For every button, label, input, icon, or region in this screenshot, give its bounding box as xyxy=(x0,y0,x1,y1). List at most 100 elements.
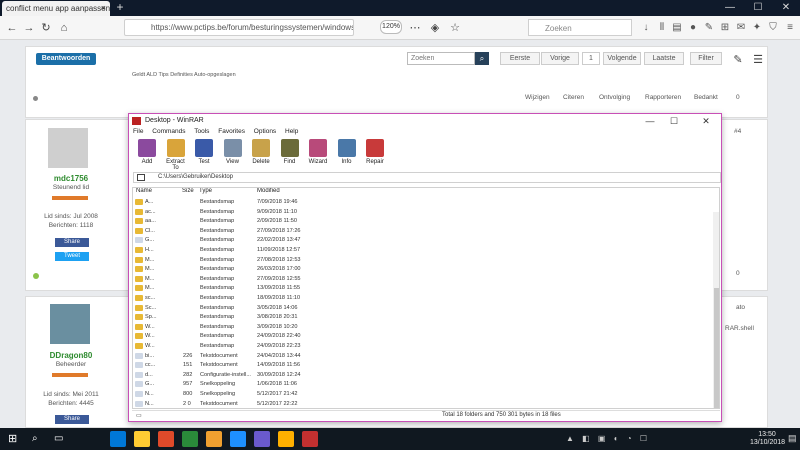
system-tray[interactable]: ▲ ◧ ▣ ◐ ◔ ☐ xyxy=(566,434,650,443)
clock[interactable]: 13:50 13/10/2018 xyxy=(750,431,785,447)
file-row[interactable]: N... 800 Snelkoppeling 5/12/2017 21:42 xyxy=(133,390,713,400)
file-row[interactable]: Sp... Bestandsmap 3/08/2018 20:31 xyxy=(133,313,713,323)
col-name[interactable]: Name xyxy=(136,188,152,198)
notifications-icon[interactable]: ▤ xyxy=(788,433,797,444)
menu-file[interactable]: File xyxy=(133,128,143,135)
forum-search-button[interactable]: ⌕ xyxy=(475,52,489,65)
reader-icon[interactable]: ✉ xyxy=(734,21,748,35)
winrar-minimize[interactable]: — xyxy=(639,115,661,127)
taskbar-app-icon[interactable] xyxy=(110,431,126,447)
file-row[interactable]: N... 2 0 Tekstdocument 5/12/2017 22:22 xyxy=(133,400,713,408)
thanks-link[interactable]: Bedankt xyxy=(694,94,718,101)
file-row[interactable]: cc... 151 Tekstdocument 14/09/2018 11:56 xyxy=(133,361,713,371)
post-menu-icon[interactable]: ☰ xyxy=(750,52,766,68)
col-modified[interactable]: Modified xyxy=(257,188,280,198)
menu-favorites[interactable]: Favorites xyxy=(218,128,245,135)
file-row[interactable]: W... Bestandsmap 24/09/2018 22:23 xyxy=(133,342,713,352)
winrar-title[interactable]: Desktop - WinRAR xyxy=(129,114,721,128)
toolbar-test-button[interactable]: Test xyxy=(191,139,217,169)
col-type[interactable]: Type xyxy=(199,188,212,198)
taskbar-app-icon[interactable] xyxy=(230,431,246,447)
zoom-indicator[interactable]: 120% xyxy=(380,20,402,34)
edit-icon[interactable]: ✎ xyxy=(730,52,746,68)
file-row[interactable]: G... 957 Snelkoppeling 1/06/2018 11:06 xyxy=(133,380,713,390)
search-icon[interactable]: ⌕ xyxy=(32,433,38,444)
unfollow-link[interactable]: Ontvolging xyxy=(599,94,630,101)
file-row[interactable]: Cl... Bestandsmap 27/09/2018 17:26 xyxy=(133,227,713,237)
previous-page-button[interactable]: Vorige xyxy=(541,52,579,65)
library-icon[interactable]: ⫴ xyxy=(655,21,669,35)
url-field[interactable]: https://www.pctips.be/forum/besturingssy… xyxy=(124,19,354,36)
toolbar-find-button[interactable]: Find xyxy=(277,139,303,169)
file-row[interactable]: aa... Bestandsmap 2/09/2018 11:50 xyxy=(133,217,713,227)
toolbar-repair-button[interactable]: Repair xyxy=(362,139,388,169)
task-view-icon[interactable]: ▭ xyxy=(54,433,63,444)
winrar-window[interactable]: Desktop - WinRAR — ☐ ✕ File Commands Too… xyxy=(128,113,722,422)
taskbar-app-icon[interactable] xyxy=(206,431,222,447)
download-icon[interactable]: ↓ xyxy=(639,21,653,35)
file-row[interactable]: M... Bestandsmap 26/03/2018 17:00 xyxy=(133,265,713,275)
avatar-ddragon[interactable] xyxy=(50,304,90,344)
forum-search-input[interactable]: Zoeken xyxy=(407,52,475,65)
taskbar-app-icon[interactable] xyxy=(134,431,150,447)
last-page-button[interactable]: Laatste xyxy=(644,52,684,65)
quote-link[interactable]: Citeren xyxy=(563,94,584,101)
winrar-file-list[interactable]: Name Size Type Modified A... Bestandsmap 7… xyxy=(132,187,720,409)
taskbar-app-icon[interactable] xyxy=(302,431,318,447)
winrar-maximize[interactable]: ☐ xyxy=(663,115,685,127)
facebook-share-button-2[interactable]: Share xyxy=(55,415,89,424)
menu-icon[interactable]: ≡ xyxy=(783,21,797,35)
winrar-address-bar[interactable]: C:\Users\Gebruiker\Desktop xyxy=(133,172,721,183)
page-select[interactable]: 1 xyxy=(582,52,600,65)
toolbar-view-button[interactable]: View xyxy=(220,139,246,169)
winrar-close[interactable]: ✕ xyxy=(695,115,717,127)
file-row[interactable]: A... Bestandsmap 7/09/2018 19:46 xyxy=(133,198,713,208)
toolbar-wizard-button[interactable]: Wizard xyxy=(305,139,331,169)
report-link[interactable]: Rapporteren xyxy=(645,94,681,101)
file-row[interactable]: M... Bestandsmap 27/08/2018 12:53 xyxy=(133,256,713,266)
toolbar-add-button[interactable]: Add xyxy=(134,139,160,169)
username-ddragon[interactable]: DDragon80 xyxy=(25,351,117,360)
avatar[interactable] xyxy=(48,128,88,168)
file-row[interactable]: Sc... Bestandsmap 3/05/2018 14:06 xyxy=(133,304,713,314)
screenshot-icon[interactable]: ⊞ xyxy=(718,21,732,35)
file-row[interactable]: ac... Bestandsmap 9/09/2018 11:10 xyxy=(133,208,713,218)
tab-close-icon[interactable]: × xyxy=(101,3,106,13)
menu-commands[interactable]: Commands xyxy=(152,128,185,135)
sync-icon[interactable]: ✦ xyxy=(750,21,764,35)
taskbar-app-icon[interactable] xyxy=(182,431,198,447)
page-actions-icon[interactable]: ⋯ xyxy=(407,20,423,36)
pen-icon[interactable]: ✎ xyxy=(702,21,716,35)
browser-search-field[interactable]: Zoeken xyxy=(528,19,632,36)
forward-icon[interactable]: → xyxy=(21,20,37,36)
scrollbar-thumb[interactable] xyxy=(714,288,719,408)
minimize-button[interactable]: — xyxy=(716,0,744,16)
browser-tab[interactable]: conflict menu app aanpassen w... × xyxy=(2,1,110,16)
file-row[interactable]: bi... 226 Tekstdocument 24/04/2018 13:44 xyxy=(133,352,713,362)
menu-help[interactable]: Help xyxy=(285,128,298,135)
facebook-share-button[interactable]: Share xyxy=(55,238,89,247)
file-row[interactable]: sc... Bestandsmap 18/09/2018 11:10 xyxy=(133,294,713,304)
menu-options[interactable]: Options xyxy=(254,128,276,135)
bookmark-star-icon[interactable]: ☆ xyxy=(447,20,463,36)
home-icon[interactable]: ⌂ xyxy=(56,20,72,36)
taskbar-app-icon[interactable] xyxy=(158,431,174,447)
toolbar-info-button[interactable]: Info xyxy=(334,139,360,169)
col-size[interactable]: Size xyxy=(182,188,194,198)
addon-icon[interactable]: ● xyxy=(686,21,700,35)
file-row[interactable]: d... 282 Configuratie-instell... 30/09/2018… xyxy=(133,371,713,381)
username[interactable]: mdc1756 xyxy=(25,174,117,183)
file-row[interactable]: H... Bestandsmap 11/09/2018 12:57 xyxy=(133,246,713,256)
start-icon[interactable]: ⊞ xyxy=(8,433,20,445)
close-button[interactable]: ✕ xyxy=(772,0,800,16)
maximize-button[interactable]: ☐ xyxy=(744,0,772,16)
pocket-icon[interactable]: ◈ xyxy=(427,20,443,36)
up-folder-icon[interactable] xyxy=(137,174,145,181)
edit-link[interactable]: Wijzigen xyxy=(525,94,550,101)
first-page-button[interactable]: Eerste xyxy=(500,52,540,65)
sidebar-icon[interactable]: ▤ xyxy=(670,21,684,35)
file-row[interactable]: W... Bestandsmap 24/09/2018 22:40 xyxy=(133,332,713,342)
taskbar-app-icon[interactable] xyxy=(278,431,294,447)
file-row[interactable]: M... Bestandsmap 13/09/2018 11:55 xyxy=(133,284,713,294)
new-tab-button[interactable]: + xyxy=(113,1,127,15)
